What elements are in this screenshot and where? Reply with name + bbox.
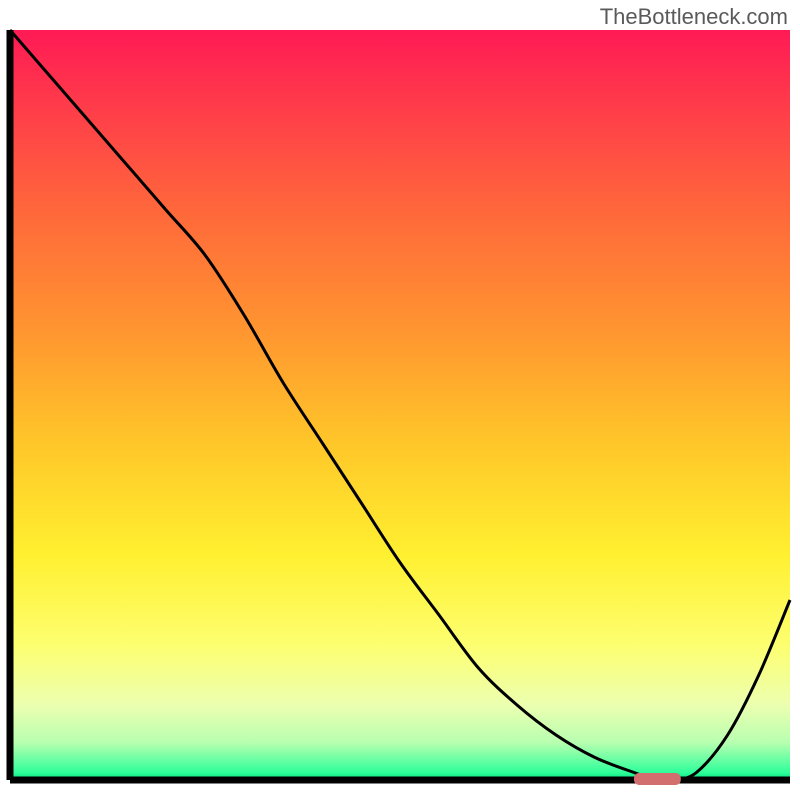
chart-svg	[0, 0, 800, 800]
plot-background	[10, 30, 790, 780]
optimal-marker	[634, 773, 681, 785]
chart-container: TheBottleneck.com	[0, 0, 800, 800]
watermark-text: TheBottleneck.com	[600, 4, 788, 30]
